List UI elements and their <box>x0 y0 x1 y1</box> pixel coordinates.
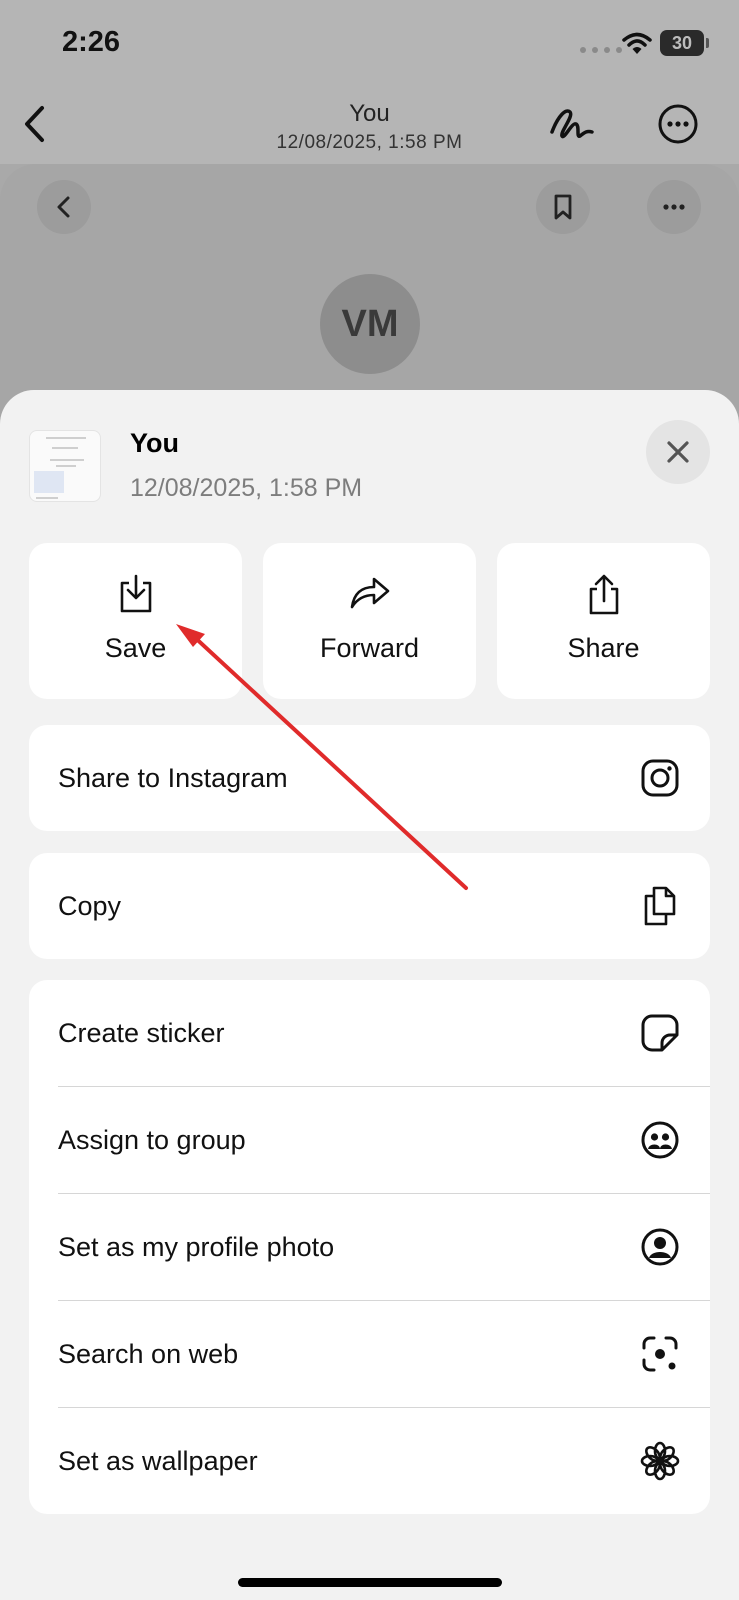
share-to-instagram-label: Share to Instagram <box>58 763 288 793</box>
bookmark-icon <box>554 194 572 220</box>
more-icon <box>663 204 685 210</box>
chat-header: You 12/08/2025, 1:58 PM <box>0 90 739 164</box>
status-bar: 2:26 30 <box>0 0 739 90</box>
sheet-subtitle: 12/08/2025, 1:58 PM <box>130 474 363 502</box>
close-icon <box>667 441 689 463</box>
copy-item[interactable]: Copy <box>29 853 710 959</box>
create-sticker-label: Create sticker <box>58 1018 225 1048</box>
sheet-title: You <box>130 428 179 458</box>
signature-icon <box>550 109 594 139</box>
share-label: Share <box>567 633 640 663</box>
forward-button[interactable]: Forward <box>263 543 476 699</box>
wallpaper-flower-icon <box>640 1441 680 1481</box>
more-options-button[interactable] <box>656 102 700 146</box>
share-to-instagram-card: Share to Instagram <box>29 725 710 831</box>
share-icon <box>589 574 618 615</box>
close-button[interactable] <box>646 420 710 484</box>
set-profile-photo-item[interactable]: Set as my profile photo <box>29 1194 710 1300</box>
viewer-more-button[interactable] <box>647 180 701 234</box>
chat-header-title: You <box>349 100 390 127</box>
media-thumbnail <box>29 430 101 502</box>
action-sheet: You 12/08/2025, 1:58 PM Save Forward Sha… <box>0 390 739 1600</box>
set-profile-photo-label: Set as my profile photo <box>58 1232 335 1262</box>
profile-icon <box>641 1228 679 1266</box>
create-sticker-item[interactable]: Create sticker <box>29 980 710 1086</box>
share-to-instagram-item[interactable]: Share to Instagram <box>29 725 710 831</box>
forward-icon <box>350 577 389 609</box>
save-label: Save <box>104 633 167 663</box>
share-button[interactable]: Share <box>497 543 710 699</box>
status-time: 2:26 <box>62 26 121 58</box>
copy-card: Copy <box>29 853 710 959</box>
assign-to-group-item[interactable]: Assign to group <box>29 1087 710 1193</box>
set-as-wallpaper-item[interactable]: Set as wallpaper <box>29 1408 710 1514</box>
group-icon <box>641 1121 679 1159</box>
more-icon <box>658 104 698 144</box>
save-download-icon <box>120 574 151 613</box>
battery-icon: 30 <box>660 30 709 56</box>
visual-search-icon <box>642 1336 678 1372</box>
chat-header-subtitle: 12/08/2025, 1:58 PM <box>276 132 463 153</box>
save-button[interactable]: Save <box>29 543 242 699</box>
set-as-wallpaper-label: Set as wallpaper <box>58 1446 258 1476</box>
instagram-icon <box>641 759 679 797</box>
home-indicator <box>238 1578 502 1587</box>
assign-to-group-label: Assign to group <box>58 1125 246 1155</box>
avatar: VM <box>320 274 420 374</box>
search-on-web-label: Search on web <box>58 1339 239 1369</box>
signature-button[interactable] <box>548 102 598 146</box>
battery-level: 30 <box>671 33 693 53</box>
bookmark-button[interactable] <box>536 180 590 234</box>
sticker-icon <box>641 1014 679 1052</box>
wifi-icon <box>622 32 652 54</box>
forward-label: Forward <box>319 633 420 663</box>
copy-label: Copy <box>58 891 122 921</box>
more-actions-card: Create sticker Assign to group Set as my… <box>29 980 710 1514</box>
cellular-signal-icon <box>580 47 622 53</box>
chevron-left-icon <box>57 196 70 218</box>
search-on-web-item[interactable]: Search on web <box>29 1301 710 1407</box>
copy-icon <box>644 886 676 926</box>
viewer-back-button[interactable] <box>37 180 91 234</box>
